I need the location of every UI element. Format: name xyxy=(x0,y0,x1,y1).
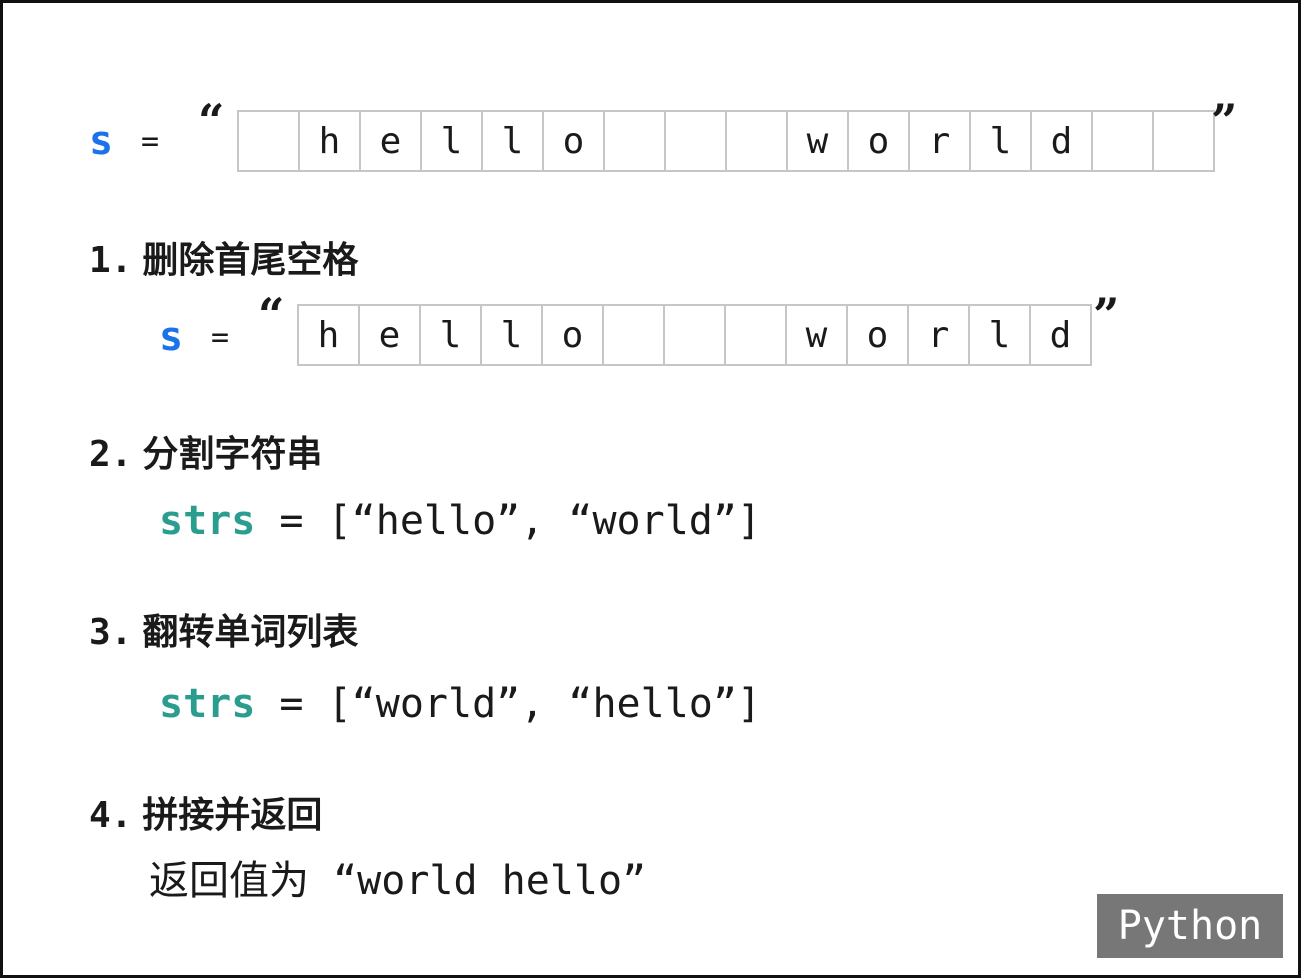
original-char-cell: h xyxy=(298,110,361,172)
trimmed-equals: = xyxy=(211,320,230,355)
trimmed-var-label: s xyxy=(159,314,184,360)
step-2-title: 分割字符串 xyxy=(142,434,323,475)
diagram-canvas: s = “ helloworld ” 1. 删除首尾空格 s = “ hellow… xyxy=(0,0,1301,978)
step-1-number: 1. xyxy=(89,240,133,281)
trimmed-char-cell: d xyxy=(1029,304,1092,366)
result-line: 返回值为 “world hello” xyxy=(149,858,647,904)
trimmed-char-cell: o xyxy=(541,304,604,366)
reversed-var-label: strs xyxy=(159,681,256,727)
split-var-label: strs xyxy=(159,498,256,544)
language-badge: Python xyxy=(1097,894,1283,958)
original-char-cell xyxy=(237,110,300,172)
reversed-value: = [“world”, “hello”] xyxy=(255,681,762,727)
split-value: = [“hello”, “world”] xyxy=(255,498,762,544)
original-char-cell: o xyxy=(847,110,910,172)
original-char-cell xyxy=(1091,110,1154,172)
original-open-quote: “ xyxy=(198,94,225,148)
split-code-line: strs = [“hello”, “world”] xyxy=(159,501,761,541)
trimmed-char-cell: h xyxy=(297,304,360,366)
original-char-cell: r xyxy=(908,110,971,172)
step-1-heading: 1. 删除首尾空格 xyxy=(89,243,358,279)
trimmed-char-cell: l xyxy=(968,304,1031,366)
original-char-cell xyxy=(664,110,727,172)
step-2-heading: 2. 分割字符串 xyxy=(89,437,322,473)
original-char-cell xyxy=(1152,110,1215,172)
reversed-code-line: strs = [“world”, “hello”] xyxy=(159,684,761,724)
trimmed-char-cell xyxy=(724,304,787,366)
original-char-cell: l xyxy=(481,110,544,172)
trimmed-char-cell xyxy=(602,304,665,366)
trimmed-char-cell xyxy=(663,304,726,366)
trimmed-char-cell: r xyxy=(907,304,970,366)
trimmed-char-cell: w xyxy=(785,304,848,366)
original-char-cell: d xyxy=(1030,110,1093,172)
original-string-cells: helloworld xyxy=(237,110,1215,172)
original-char-cell xyxy=(603,110,666,172)
step-3-title: 翻转单词列表 xyxy=(142,612,359,653)
trimmed-open-quote: “ xyxy=(258,288,285,342)
original-char-cell: l xyxy=(969,110,1032,172)
original-close-quote: ” xyxy=(1211,94,1238,148)
step-3-heading: 3. 翻转单词列表 xyxy=(89,615,358,651)
original-equals: = xyxy=(141,124,160,159)
original-char-cell: o xyxy=(542,110,605,172)
trimmed-char-cell: o xyxy=(846,304,909,366)
step-4-number: 4. xyxy=(89,795,133,836)
trimmed-char-cell: l xyxy=(419,304,482,366)
original-char-cell: e xyxy=(359,110,422,172)
step-4-title: 拼接并返回 xyxy=(142,795,323,836)
trimmed-string-cells: helloworld xyxy=(297,304,1092,366)
original-char-cell: w xyxy=(786,110,849,172)
step-3-number: 3. xyxy=(89,612,133,653)
original-char-cell xyxy=(725,110,788,172)
original-char-cell: l xyxy=(420,110,483,172)
trimmed-char-cell: e xyxy=(358,304,421,366)
step-1-title: 删除首尾空格 xyxy=(142,240,359,281)
trimmed-char-cell: l xyxy=(480,304,543,366)
trimmed-close-quote: ” xyxy=(1093,288,1120,342)
original-var-label: s xyxy=(89,118,114,164)
step-2-number: 2. xyxy=(89,434,133,475)
step-4-heading: 4. 拼接并返回 xyxy=(89,798,322,834)
